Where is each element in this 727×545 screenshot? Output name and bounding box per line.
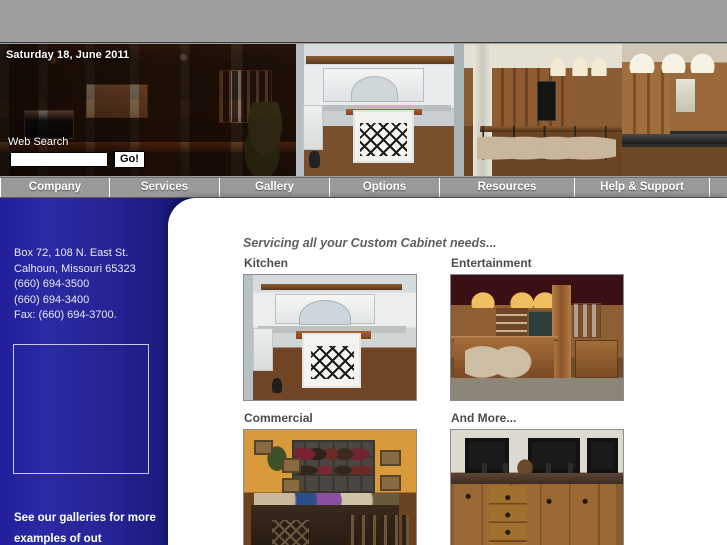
thumb-open-shelving — [495, 307, 529, 338]
gallery-thumbnail-commercial[interactable] — [243, 429, 417, 545]
gallery-row: Commercial And More... — [243, 411, 713, 545]
sidebar-gallery-tagline: See our galleries for more examples of o… — [14, 512, 156, 545]
banner-photo-white-kitchen — [296, 44, 464, 176]
thumb-wine-rack — [309, 343, 356, 382]
banner-dog — [309, 150, 320, 169]
banner-tall-cabinets — [622, 62, 671, 137]
gallery-row: Kitchen Entertainment — [243, 256, 713, 401]
banner-wine-rack — [358, 120, 409, 158]
gallery-thumbnail-and-more[interactable] — [450, 429, 624, 545]
gallery-title-kitchen: Kitchen — [244, 256, 289, 270]
banner-wall-right — [453, 44, 464, 176]
thumb-bottle-row — [347, 515, 413, 545]
thumb-left-cabinet — [252, 327, 274, 372]
thumb-back-cabinet — [574, 340, 618, 378]
gallery-title-entertainment: Entertainment — [451, 256, 532, 270]
thumb-diamond-wine-rack — [271, 520, 310, 545]
banner-pendant-light — [571, 54, 589, 76]
gallery-grid: Kitchen Entertainment Commercial And Mor… — [243, 256, 713, 545]
gallery-title-and-more: And More... — [451, 411, 517, 425]
banner-ceiling-beam — [306, 55, 454, 64]
gallery-cell-entertainment: Entertainment — [450, 256, 624, 401]
banner-pendant-light — [549, 54, 567, 76]
thumb-vanity-top — [451, 472, 623, 484]
banner-dark-counter — [622, 133, 727, 145]
banner-cabinet-wall — [492, 67, 572, 126]
address-line-city: Calhoun, Missouri 65323 — [14, 262, 136, 275]
thumb-framed-art — [254, 440, 274, 455]
thumb-pendant-light — [469, 291, 496, 308]
main-navigation: Company Services Gallery Options Resourc… — [0, 177, 727, 198]
banner-photo-bar-seating — [464, 44, 622, 176]
thumb-doorway — [244, 275, 253, 400]
banner-black-appliance — [536, 80, 556, 121]
thumb-wine-bottles — [294, 445, 373, 488]
browser-chrome-strip — [0, 0, 727, 43]
gallery-cell-commercial: Commercial — [243, 411, 417, 545]
header-banner: Saturday 18, June 2011 Web Search Go! — [0, 44, 727, 176]
thumb-cabinet-knobs — [451, 483, 623, 545]
thumb-mirror — [586, 437, 618, 473]
gallery-title-commercial: Commercial — [244, 411, 313, 425]
page-tagline: Servicing all your Custom Cabinet needs.… — [243, 236, 497, 250]
search-input[interactable] — [10, 152, 108, 167]
address-line-street: Box 72, 108 N. East St. — [14, 247, 129, 259]
thumb-ceiling-beam — [261, 283, 403, 290]
gallery-thumbnail-entertainment[interactable] — [450, 274, 624, 401]
thumb-column — [552, 285, 572, 378]
thumb-dog — [271, 377, 282, 393]
banner-dome-lamp — [659, 51, 688, 74]
nav-item-resources[interactable]: Resources — [440, 178, 575, 197]
address-line-fax: Fax: (660) 694-3700. — [14, 309, 117, 321]
nav-item-options[interactable]: Options — [330, 178, 440, 197]
thumb-display-shelf — [292, 440, 375, 493]
banner-range-hood — [85, 83, 148, 118]
sidebar-placeholder-box — [13, 344, 149, 474]
address-line-phone-1: (660) 694-3500 — [14, 278, 90, 290]
gallery-thumbnail-kitchen[interactable] — [243, 274, 417, 401]
nav-item-gallery[interactable]: Gallery — [220, 178, 330, 197]
nav-item-help-support[interactable]: Help & Support — [575, 178, 710, 197]
thumb-bar-chairs — [464, 345, 537, 398]
banner-glass-cabinet — [219, 70, 273, 124]
gallery-cell-and-more: And More... — [450, 411, 624, 545]
thumb-framed-art — [379, 450, 401, 467]
banner-plant — [236, 102, 294, 176]
nav-item-services[interactable]: Services — [110, 178, 220, 197]
nav-item-company[interactable]: Company — [0, 178, 110, 197]
contact-address-block: Box 72, 108 N. East St. Calhoun, Missour… — [14, 246, 174, 324]
nav-filler — [710, 178, 727, 197]
thumb-framed-art — [281, 457, 301, 473]
banner-photo-oak-kitchen — [622, 44, 727, 176]
banner-side-cabinet — [302, 104, 323, 150]
current-date-label: Saturday 18, June 2011 — [6, 49, 130, 61]
banner-pendant-light — [590, 54, 608, 76]
banner-bar-stools — [476, 131, 616, 176]
page-root: Saturday 18, June 2011 Web Search Go! Co… — [0, 0, 727, 545]
gallery-cell-kitchen: Kitchen — [243, 256, 417, 401]
address-line-phone-2: (660) 694-3400 — [14, 293, 90, 306]
web-search-label: Web Search — [8, 136, 69, 148]
banner-oven — [23, 110, 74, 140]
thumb-framed-art — [281, 477, 301, 493]
banner-window — [674, 78, 696, 113]
banner-dome-lamp — [628, 51, 656, 74]
thumb-framed-art — [379, 475, 401, 492]
content-panel: Servicing all your Custom Cabinet needs.… — [168, 198, 727, 545]
thumb-glass-cabinet — [573, 302, 601, 338]
banner-dome-lamp — [689, 51, 717, 74]
search-go-button[interactable]: Go! — [114, 151, 145, 168]
